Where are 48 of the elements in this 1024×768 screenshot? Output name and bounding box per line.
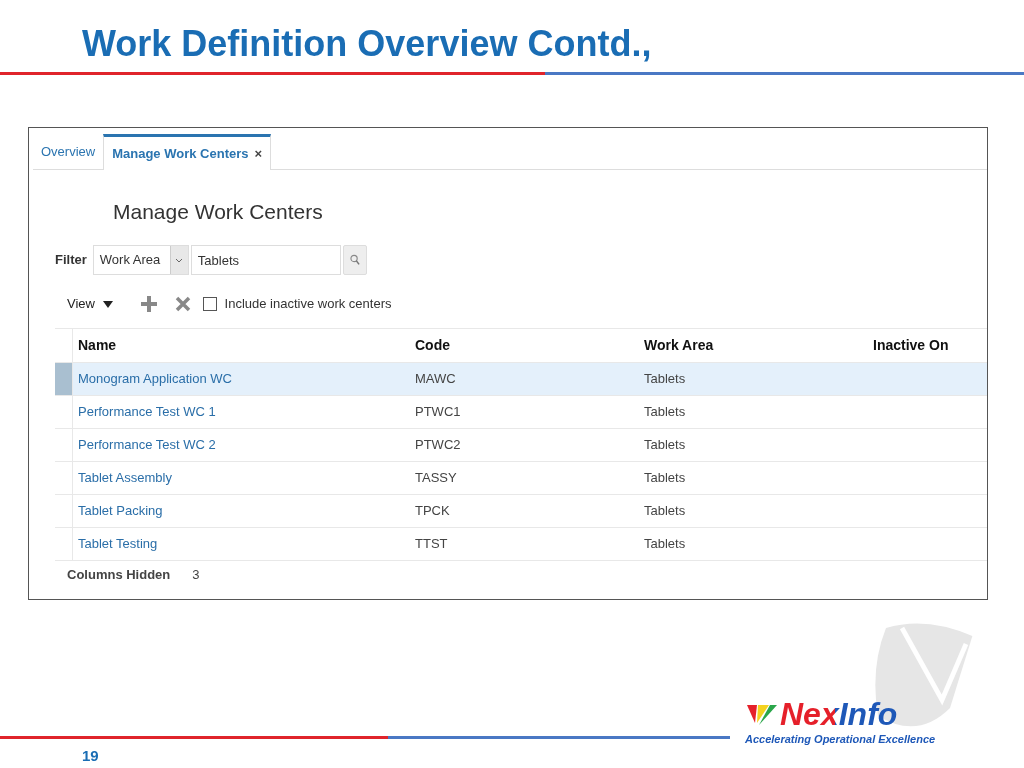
chevron-icon (175, 257, 184, 263)
table-row[interactable]: Performance Test WC 2 PTWC2 Tablets (55, 429, 987, 462)
table-cell-text: PTWC1 (414, 404, 461, 420)
column-header: Name (77, 336, 118, 355)
work-center-link[interactable]: Monogram Application WC (73, 371, 232, 387)
work-center-link[interactable]: Tablet Assembly (73, 470, 172, 486)
close-icon[interactable]: × (254, 143, 263, 164)
column-header: Code (414, 336, 451, 355)
table-cell-text: TTST (414, 536, 448, 552)
table-row[interactable]: Tablet Testing TTST Tablets (55, 528, 987, 561)
caret-icon (102, 301, 113, 309)
delete-icon[interactable] (174, 296, 191, 312)
columns-hidden-label: Columns Hidden (67, 566, 171, 585)
table-cell-text: Tablets (643, 470, 686, 486)
table-cell-text: TASSY (414, 470, 457, 486)
tab[interactable]: Manage Work Centers × (103, 134, 272, 170)
work-center-link[interactable]: Tablet Packing (73, 503, 163, 519)
logo-tagline: Accelerating Operational Excellence (745, 732, 936, 747)
column-header: Inactive On (872, 336, 950, 355)
add-icon[interactable] (140, 296, 157, 312)
table-row[interactable]: Monogram Application WC MAWC Tablets (55, 363, 987, 396)
table-cell-text: Tablets (643, 371, 686, 387)
table-row[interactable]: Performance Test WC 1 PTWC1 Tablets (55, 396, 987, 429)
checkbox[interactable] (202, 297, 217, 311)
page-heading: Manage Work Centers (112, 199, 324, 225)
table-row[interactable]: Tablet Assembly TASSY Tablets (55, 462, 987, 495)
table-cell-text: Tablets (643, 404, 686, 420)
column-header: Work Area (643, 336, 715, 355)
table-row[interactable]: Tablet Packing TPCK Tablets (55, 495, 987, 528)
tab[interactable]: Overview (33, 134, 104, 169)
search-button[interactable] (342, 245, 367, 275)
checkbox-label: Include inactive work centers (224, 295, 392, 314)
view-menu[interactable]: View (67, 294, 113, 314)
work-center-link[interactable]: Tablet Testing (73, 536, 158, 552)
columns-hidden-count: 3 (192, 566, 200, 585)
table-cell-text: Tablets (643, 503, 686, 519)
filter-dropdown[interactable]: Work Area (92, 245, 189, 275)
filter-label: Filter (55, 251, 87, 270)
table-cell-text: MAWC (414, 371, 456, 387)
page-number: 19 (82, 746, 99, 766)
table-cell-text: Tablets (643, 536, 686, 552)
table-cell-text: PTWC2 (414, 437, 461, 453)
work-center-link[interactable]: Performance Test WC 2 (73, 437, 216, 453)
work-center-link[interactable]: Performance Test WC 1 (73, 404, 216, 420)
table-cell-text: TPCK (414, 503, 450, 519)
filter-field[interactable]: Tablets (190, 245, 341, 275)
table-cell-text: Tablets (643, 437, 686, 453)
slide-title: Work Definition Overview Contd., (81, 22, 653, 66)
